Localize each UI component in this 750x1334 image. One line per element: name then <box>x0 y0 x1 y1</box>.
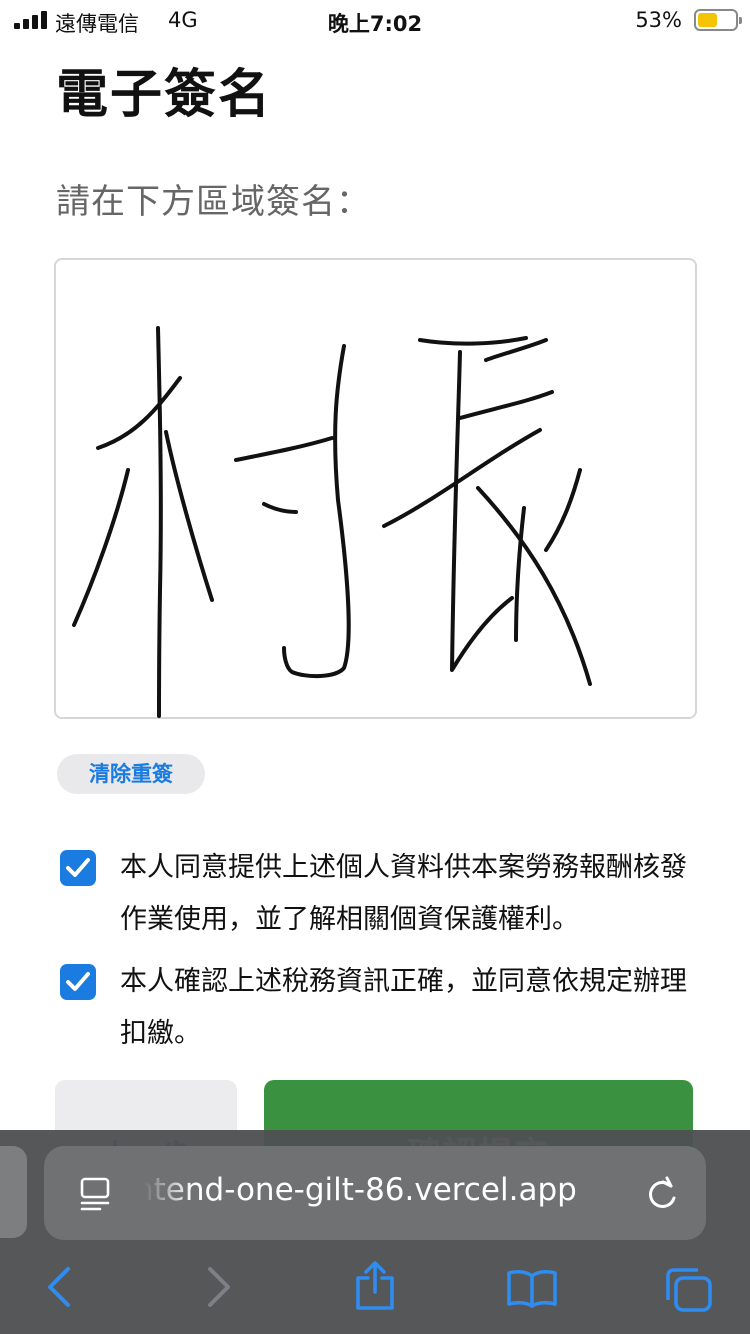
tabs-icon[interactable] <box>664 1266 714 1314</box>
battery-percent: 53% <box>635 8 682 32</box>
bookmarks-icon[interactable] <box>506 1268 558 1308</box>
privacy-consent-text: 本人同意提供上述個人資料供本案勞務報酬核發作業使用，並了解相關個資保護權利。 <box>120 852 687 935</box>
back-icon[interactable] <box>44 1265 74 1309</box>
forward-icon[interactable] <box>204 1265 234 1309</box>
battery-level <box>698 13 717 27</box>
consent-privacy: 本人同意提供上述個人資料供本案勞務報酬核發作業使用，並了解相關個資保護權利。 <box>58 848 698 935</box>
reader-icon[interactable] <box>78 1176 114 1212</box>
consent-tax: 本人確認上述稅務資訊正確，並同意依規定辦理扣繳。 <box>58 962 698 1049</box>
browser-toolbar: ntend-one-gilt-86.vercel.app <box>0 1130 750 1334</box>
clear-signature-button[interactable]: 清除重簽 <box>57 754 205 794</box>
reload-icon[interactable] <box>644 1174 680 1214</box>
checkmark-icon <box>66 858 90 877</box>
signature-pad[interactable] <box>54 258 697 719</box>
battery-icon <box>694 9 742 31</box>
adjacent-tab-preview[interactable] <box>0 1146 27 1238</box>
url-fade <box>132 1166 192 1220</box>
tax-consent-checkbox[interactable] <box>60 964 96 1000</box>
status-bar: 遠傳電信 4G 晚上7:02 53% <box>0 0 750 42</box>
address-bar[interactable]: ntend-one-gilt-86.vercel.app <box>44 1146 706 1240</box>
checkmark-icon <box>66 972 90 991</box>
page-title: 電子簽名 <box>56 65 273 125</box>
signature-strokes <box>72 326 592 718</box>
share-icon[interactable] <box>354 1260 396 1312</box>
privacy-consent-checkbox[interactable] <box>60 850 96 886</box>
tax-consent-text: 本人確認上述稅務資訊正確，並同意依規定辦理扣繳。 <box>120 966 687 1049</box>
url-text: ntend-one-gilt-86.vercel.app <box>134 1172 577 1208</box>
signature-instruction: 請在下方區域簽名： <box>56 182 371 222</box>
